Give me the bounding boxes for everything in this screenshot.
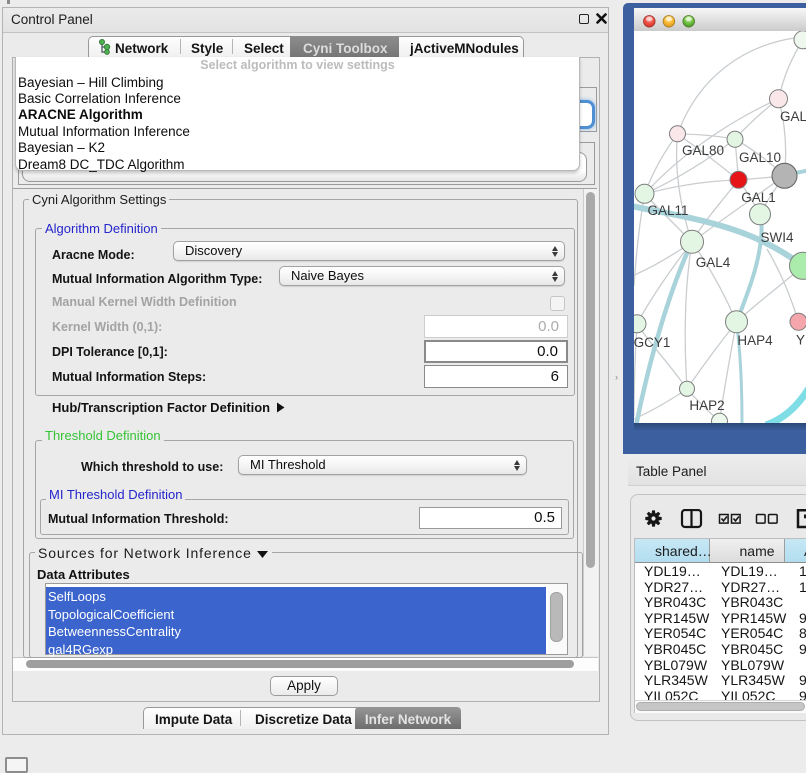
svg-text:GAL: GAL <box>780 109 806 124</box>
svg-text:GAL10: GAL10 <box>739 150 781 165</box>
svg-text:GAL11: GAL11 <box>647 203 688 218</box>
svg-text:Y: Y <box>796 333 805 348</box>
svg-text:GAL4: GAL4 <box>696 255 731 270</box>
svg-text:HAP2: HAP2 <box>689 398 724 413</box>
svg-text:HAP4: HAP4 <box>737 333 773 348</box>
svg-text:GCY1: GCY1 <box>634 335 670 350</box>
svg-text:GAL1: GAL1 <box>741 190 776 205</box>
svg-text:SWI4: SWI4 <box>760 230 793 245</box>
svg-text:GAL80: GAL80 <box>682 143 724 158</box>
